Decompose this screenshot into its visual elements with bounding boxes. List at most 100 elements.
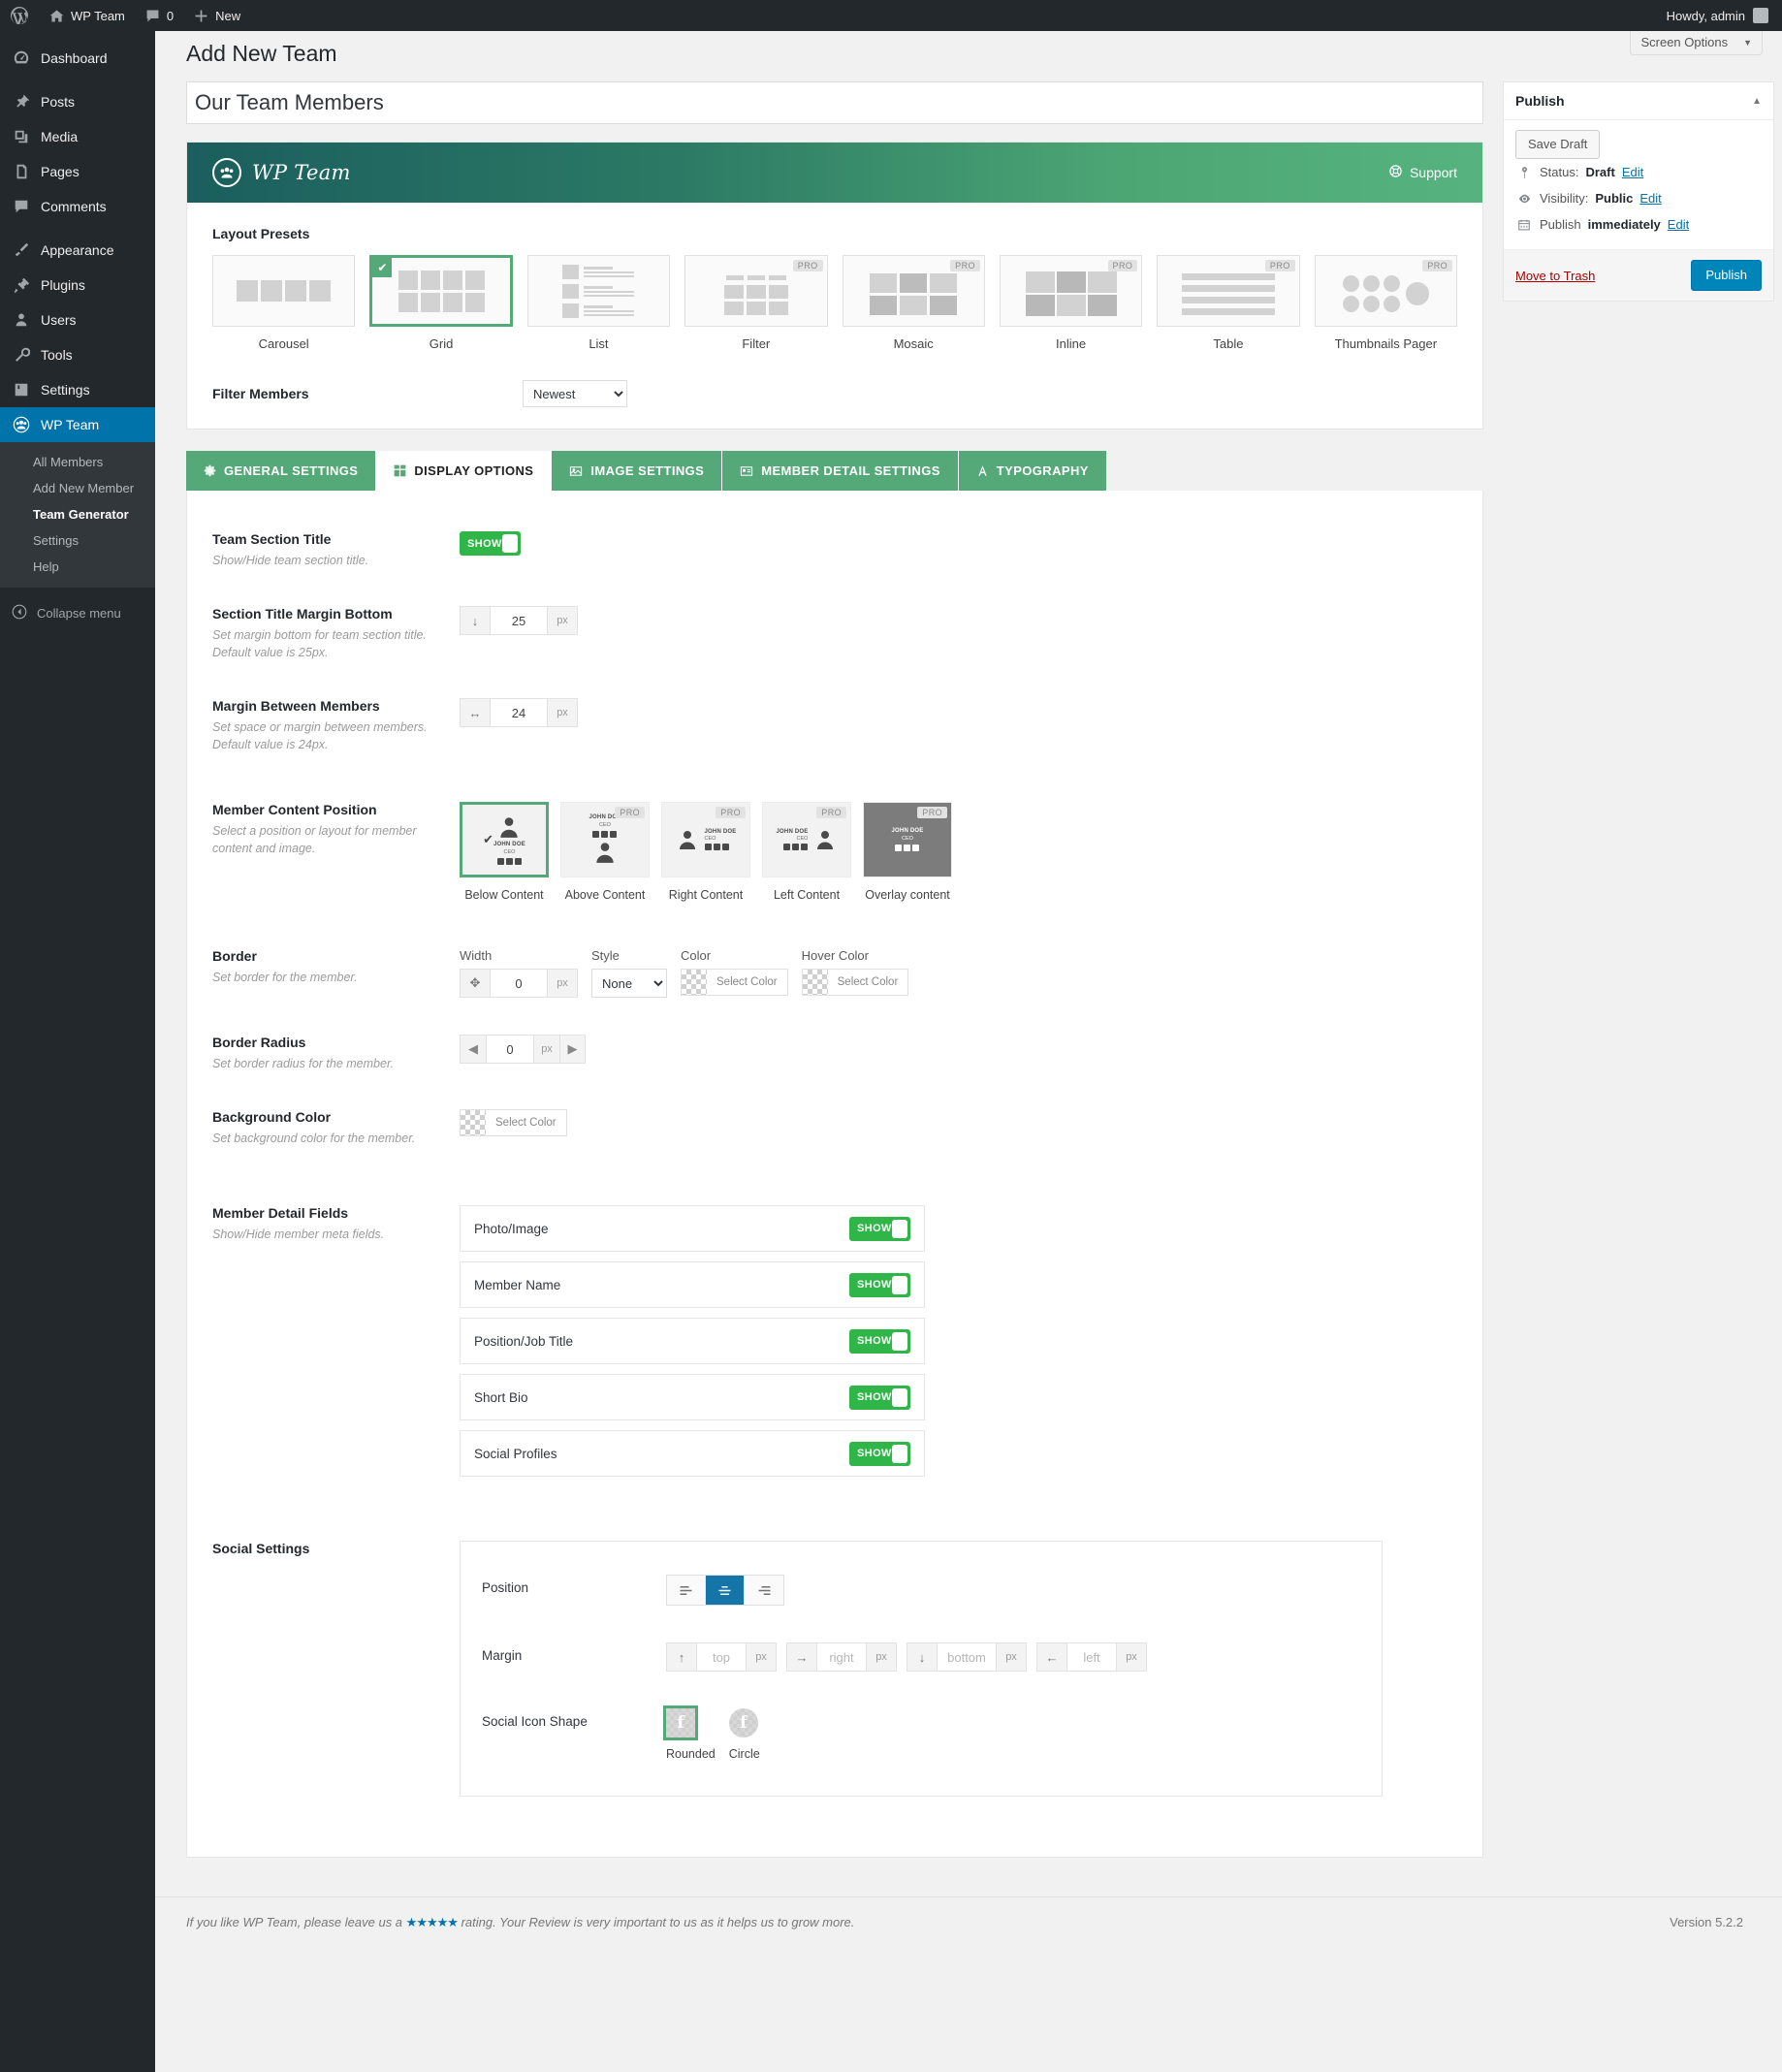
status-edit-link[interactable]: Edit bbox=[1622, 165, 1643, 179]
tab-member-detail-settings[interactable]: MEMBER DETAIL SETTINGS bbox=[722, 451, 959, 491]
move-to-trash-link[interactable]: Move to Trash bbox=[1515, 269, 1595, 283]
preset-table[interactable]: PRO Table bbox=[1157, 255, 1299, 351]
submenu-item-help[interactable]: Help bbox=[0, 554, 155, 580]
content-position-left[interactable]: PRO JOHN DOE CEO bbox=[762, 802, 851, 902]
preset-grid[interactable]: ✔ Grid bbox=[369, 255, 512, 351]
preset-thumbnails-pager[interactable]: PRO Thumbnails Pager bbox=[1315, 255, 1457, 351]
collapse-menu-button[interactable]: Collapse menu bbox=[0, 593, 155, 633]
chevron-down-icon: ▼ bbox=[1743, 38, 1752, 48]
border-radius-input[interactable] bbox=[486, 1036, 534, 1063]
tab-label: GENERAL SETTINGS bbox=[224, 463, 358, 478]
detail-field-toggle[interactable]: SHOW bbox=[849, 1217, 910, 1241]
sidebar-item-wp-team[interactable]: WP Team bbox=[0, 407, 155, 442]
detail-field-toggle[interactable]: SHOW bbox=[849, 1329, 910, 1354]
toggle-knob bbox=[892, 1220, 907, 1238]
shape-circle[interactable]: f Circle bbox=[729, 1708, 760, 1761]
settings-tabbar: GENERAL SETTINGS DISPLAY OPTIONS IMAGE S… bbox=[186, 451, 1483, 491]
content-position-above[interactable]: PRO JOHN DOE CEO Above Content bbox=[560, 802, 650, 902]
border-width-input[interactable] bbox=[490, 970, 548, 997]
person-icon bbox=[676, 828, 699, 851]
detail-field-toggle[interactable]: SHOW bbox=[849, 1442, 910, 1466]
setting-label-group: Member Content Position Select a positio… bbox=[212, 802, 460, 902]
setting-control: Width ✥ px Style None bbox=[460, 948, 1457, 998]
position-thumbnail: ✔ JOHN DOE CEO bbox=[460, 802, 549, 877]
tab-label: MEMBER DETAIL SETTINGS bbox=[761, 463, 940, 478]
margin-right-input[interactable] bbox=[816, 1643, 867, 1671]
visibility-edit-link[interactable]: Edit bbox=[1639, 191, 1661, 206]
chevron-up-icon[interactable]: ▲ bbox=[1752, 96, 1762, 107]
background-color-picker[interactable]: Select Color bbox=[460, 1109, 567, 1136]
section-title-margin-input[interactable] bbox=[490, 607, 548, 634]
submenu-item-add-new-member[interactable]: Add New Member bbox=[0, 475, 155, 501]
preset-filter[interactable]: PRO Filter bbox=[684, 255, 827, 351]
sidebar-item-comments[interactable]: Comments bbox=[0, 189, 155, 224]
sidebar-item-dashboard[interactable]: Dashboard bbox=[0, 41, 155, 76]
detail-field-toggle[interactable]: SHOW bbox=[849, 1386, 910, 1410]
wordpress-logo-menu[interactable] bbox=[0, 0, 39, 31]
sidebar-item-users[interactable]: Users bbox=[0, 303, 155, 337]
margin-top-input[interactable] bbox=[696, 1643, 747, 1671]
tab-typography[interactable]: TYPOGRAPHY bbox=[959, 451, 1107, 491]
publish-value: immediately bbox=[1588, 217, 1661, 232]
border-color-picker[interactable]: Select Color bbox=[681, 969, 788, 996]
rating-stars-link[interactable]: ★★★★★ bbox=[406, 1915, 458, 1929]
publish-edit-link[interactable]: Edit bbox=[1668, 217, 1689, 232]
setting-description: Set border for the member. bbox=[212, 969, 440, 986]
preset-carousel[interactable]: Carousel bbox=[212, 255, 355, 351]
border-style-select[interactable]: None bbox=[591, 969, 667, 998]
account-menu[interactable]: Howdy, admin bbox=[1667, 8, 1782, 23]
tab-display-options[interactable]: DISPLAY OPTIONS bbox=[376, 451, 552, 491]
sidebar-item-media[interactable]: Media bbox=[0, 119, 155, 154]
sidebar-item-settings[interactable]: Settings bbox=[0, 372, 155, 407]
shape-rounded[interactable]: f Rounded bbox=[666, 1708, 716, 1761]
admin-footer: If you like WP Team, please leave us a ★… bbox=[155, 1897, 1782, 1944]
content-position-right[interactable]: PRO JOHN DOE CEO bbox=[661, 802, 750, 902]
border-style-label: Style bbox=[591, 948, 667, 963]
border-hover-color-picker[interactable]: Select Color bbox=[802, 969, 909, 996]
preset-list[interactable]: List bbox=[527, 255, 670, 351]
preset-label: Carousel bbox=[212, 336, 355, 351]
wp-team-panel: WP Team Support Layout Presets bbox=[186, 142, 1483, 430]
sidebar-item-tools[interactable]: Tools bbox=[0, 337, 155, 372]
sidebar-item-plugins[interactable]: Plugins bbox=[0, 268, 155, 303]
team-section-title-toggle[interactable]: SHOW bbox=[460, 531, 521, 556]
save-draft-button[interactable]: Save Draft bbox=[1515, 130, 1600, 159]
arrow-right-icon[interactable]: ▶ bbox=[559, 1036, 585, 1063]
support-link[interactable]: Support bbox=[1388, 164, 1457, 181]
margin-between-members-input[interactable] bbox=[490, 699, 548, 726]
submenu-item-settings[interactable]: Settings bbox=[0, 527, 155, 554]
media-icon bbox=[12, 128, 31, 145]
publish-button[interactable]: Publish bbox=[1691, 260, 1762, 291]
comments-bubble[interactable]: 0 bbox=[135, 0, 183, 31]
sidebar-item-pages[interactable]: Pages bbox=[0, 154, 155, 189]
site-name-menu[interactable]: WP Team bbox=[39, 0, 135, 31]
content-position-overlay[interactable]: PRO JOHN DOE CEO Overlay content bbox=[863, 802, 952, 902]
sidebar-item-label: Users bbox=[41, 311, 77, 329]
menu-separator bbox=[0, 76, 155, 84]
align-left-button[interactable] bbox=[667, 1576, 706, 1605]
align-center-button[interactable] bbox=[706, 1576, 745, 1605]
margin-bottom-input[interactable] bbox=[937, 1643, 997, 1671]
tab-image-settings[interactable]: IMAGE SETTINGS bbox=[552, 451, 722, 491]
toggle-knob bbox=[892, 1445, 907, 1463]
new-label: New bbox=[215, 9, 240, 23]
preset-mosaic[interactable]: PRO Mosaic bbox=[843, 255, 985, 351]
filter-members-select[interactable]: Newest bbox=[523, 380, 627, 407]
submenu-item-all-members[interactable]: All Members bbox=[0, 449, 155, 475]
content-position-below[interactable]: ✔ JOHN DOE CEO Below Content bbox=[460, 802, 549, 902]
new-content-menu[interactable]: New bbox=[183, 0, 250, 31]
sidebar-item-appearance[interactable]: Appearance bbox=[0, 233, 155, 268]
tab-general-settings[interactable]: GENERAL SETTINGS bbox=[186, 451, 376, 491]
align-right-button[interactable] bbox=[745, 1576, 783, 1605]
post-title-input[interactable] bbox=[186, 81, 1483, 124]
arrow-left-icon[interactable]: ◀ bbox=[461, 1036, 486, 1063]
person-icon bbox=[496, 814, 522, 840]
screen-options-toggle[interactable]: Screen Options ▼ bbox=[1630, 31, 1763, 55]
submenu-item-team-generator[interactable]: Team Generator bbox=[0, 501, 155, 527]
margin-left-input[interactable] bbox=[1066, 1643, 1117, 1671]
detail-field-toggle[interactable]: SHOW bbox=[849, 1273, 910, 1297]
sidebar-item-posts[interactable]: Posts bbox=[0, 84, 155, 119]
preset-inline[interactable]: PRO Inline bbox=[1000, 255, 1142, 351]
setting-border: Border Set border for the member. Width … bbox=[212, 923, 1457, 1019]
social-position-segmented bbox=[666, 1575, 784, 1606]
